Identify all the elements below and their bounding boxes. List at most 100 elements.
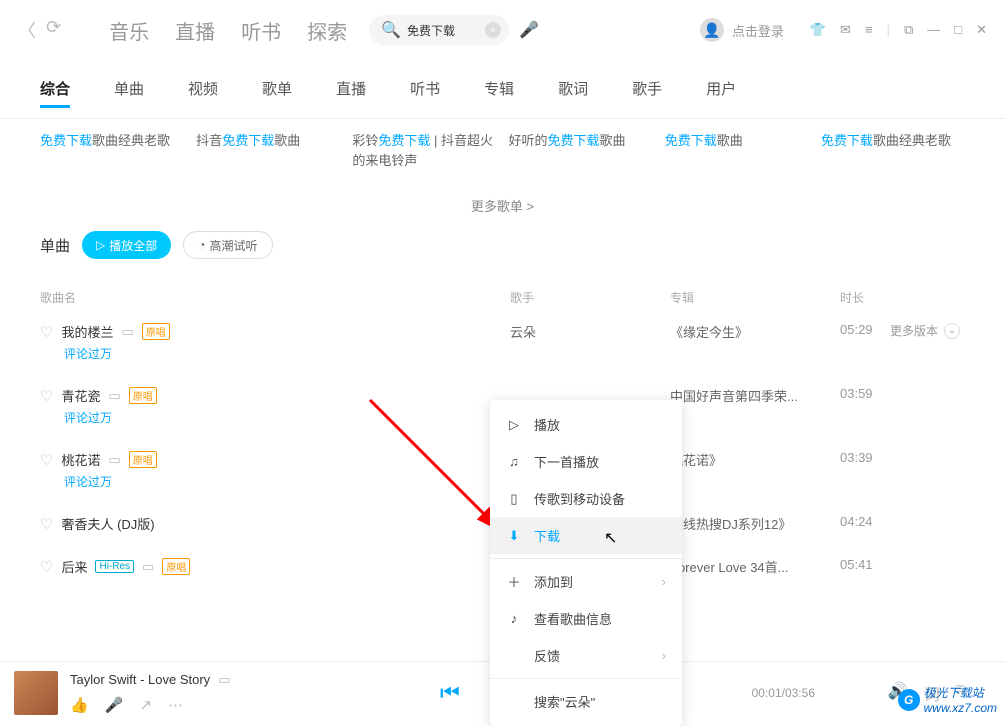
- share-icon[interactable]: ↗: [139, 696, 152, 714]
- tab-playlist[interactable]: 歌单: [262, 78, 292, 108]
- ctx-search-artist[interactable]: 搜索"云朵": [490, 683, 682, 720]
- search-icon: 🔍: [381, 20, 401, 40]
- playlist-card[interactable]: 彩铃免费下载 | 抖音超火的来电铃声: [352, 125, 496, 170]
- playlist-cards: 免费下载歌曲经典老歌 抖音免费下载歌曲 彩铃免费下载 | 抖音超火的来电铃声 好…: [0, 119, 1005, 170]
- heart-icon[interactable]: ♡: [40, 387, 53, 405]
- window-icons: 👕 ✉ ≡ | ⧉ ― □ ✕: [810, 22, 987, 38]
- tab-song[interactable]: 单曲: [114, 78, 144, 108]
- mail-icon[interactable]: ✉: [840, 22, 851, 38]
- minimize-icon[interactable]: ―: [927, 22, 940, 38]
- col-album: 专辑: [670, 289, 840, 306]
- comment-tag[interactable]: 评论过万: [64, 473, 510, 490]
- tab-video[interactable]: 视频: [188, 78, 218, 108]
- maximize-icon[interactable]: □: [954, 22, 962, 38]
- main-nav: 音乐 直播 听书 探索: [109, 16, 347, 45]
- nav-live[interactable]: 直播: [175, 16, 215, 45]
- playlist-card[interactable]: 免费下载歌曲经典老歌: [40, 125, 184, 170]
- song-name: 青花瓷: [61, 386, 100, 405]
- original-badge: 原唱: [142, 323, 170, 340]
- original-badge: 原唱: [129, 451, 157, 468]
- tab-album[interactable]: 专辑: [484, 78, 514, 108]
- avatar-icon: 👤: [700, 18, 724, 42]
- tab-user[interactable]: 用户: [706, 78, 736, 108]
- chevron-right-icon: ›: [662, 648, 666, 663]
- ctx-song-info[interactable]: ♪查看歌曲信息: [490, 600, 682, 637]
- prev-track-icon[interactable]: ⏮: [440, 680, 460, 706]
- more-icon[interactable]: ⋯: [168, 696, 183, 714]
- heart-icon[interactable]: ♡: [40, 323, 53, 341]
- mv-icon[interactable]: ▭: [108, 452, 120, 468]
- song-columns: 歌曲名 歌手 专辑 时长: [0, 267, 1005, 310]
- skin-icon[interactable]: 👕: [810, 22, 826, 38]
- nav-discover[interactable]: 探索: [307, 16, 347, 45]
- mv-icon[interactable]: ▭: [108, 388, 120, 404]
- back-icon[interactable]: 〈: [18, 17, 36, 43]
- comment-tag[interactable]: 评论过万: [64, 345, 510, 362]
- search-query: 免费下载: [407, 22, 485, 39]
- playlist-card[interactable]: 抖音免费下载歌曲: [196, 125, 340, 170]
- ctx-send-device[interactable]: ▯传歌到移动设备: [490, 480, 682, 517]
- playlist-card[interactable]: 免费下载歌曲经典老歌: [821, 125, 965, 170]
- tab-all[interactable]: 综合: [40, 78, 70, 108]
- heart-icon[interactable]: ♡: [40, 515, 53, 533]
- more-versions[interactable]: 更多版本: [890, 322, 938, 339]
- song-name: 我的楼兰: [61, 322, 113, 341]
- song-duration: 04:24: [840, 514, 890, 529]
- refresh-icon[interactable]: ⟳: [46, 17, 61, 43]
- mv-icon[interactable]: ▭: [218, 672, 230, 688]
- song-row[interactable]: ♡我的楼兰▭原唱 评论过万 云朵 《缘定今生》 05:29 更多版本⌄: [0, 310, 1005, 374]
- comment-tag[interactable]: 评论过万: [64, 409, 510, 426]
- ctx-play[interactable]: ▷播放: [490, 406, 682, 443]
- climax-button[interactable]: ◔高潮试听: [183, 231, 272, 259]
- menu-icon[interactable]: ≡: [865, 22, 873, 38]
- song-album[interactable]: 《缘定今生》: [670, 322, 840, 341]
- play-all-button[interactable]: ▷播放全部: [82, 231, 171, 259]
- ctx-play-next[interactable]: ♫下一首播放: [490, 443, 682, 480]
- mv-icon[interactable]: ▭: [142, 559, 154, 575]
- search-box[interactable]: 🔍 免费下载 ×: [369, 15, 509, 45]
- like-icon[interactable]: 👍: [70, 696, 89, 714]
- login-area[interactable]: 👤 点击登录: [700, 18, 784, 42]
- ctx-add-to[interactable]: ＋添加到›: [490, 563, 682, 600]
- song-name: 后来: [61, 557, 87, 576]
- nav-audiobook[interactable]: 听书: [241, 16, 281, 45]
- song-album[interactable]: 中国好声音第四季荣...: [670, 386, 840, 405]
- nav-music[interactable]: 音乐: [109, 16, 149, 45]
- original-badge: 原唱: [162, 558, 190, 575]
- heart-icon[interactable]: ♡: [40, 451, 53, 469]
- original-badge: 原唱: [129, 387, 157, 404]
- album-cover[interactable]: [14, 671, 58, 715]
- more-playlists-link[interactable]: 更多歌单 >: [0, 196, 1005, 215]
- song-album[interactable]: 桃花诺》: [670, 450, 840, 469]
- tab-live[interactable]: 直播: [336, 78, 366, 108]
- sing-icon[interactable]: 🎤: [105, 696, 124, 714]
- tab-lyric[interactable]: 歌词: [558, 78, 588, 108]
- search-tabs: 综合 单曲 视频 歌单 直播 听书 专辑 歌词 歌手 用户: [0, 60, 1005, 119]
- playlist-card[interactable]: 好听的免费下载歌曲: [509, 125, 653, 170]
- tab-artist[interactable]: 歌手: [632, 78, 662, 108]
- chevron-down-icon[interactable]: ⌄: [944, 323, 960, 339]
- song-name: 桃花诺: [61, 450, 100, 469]
- context-menu: ▷播放 ♫下一首播放 ▯传歌到移动设备 ⬇下载 ＋添加到› ♪查看歌曲信息 反馈…: [490, 400, 682, 726]
- mini-icon[interactable]: ⧉: [904, 22, 913, 38]
- now-playing-title[interactable]: Taylor Swift - Love Story: [70, 672, 210, 687]
- col-name: 歌曲名: [40, 289, 510, 306]
- col-duration: 时长: [840, 289, 965, 306]
- heart-icon[interactable]: ♡: [40, 558, 53, 576]
- song-album[interactable]: 在线热搜DJ系列12》: [670, 514, 840, 533]
- voice-search-icon[interactable]: 🎤: [519, 20, 539, 40]
- playlist-card[interactable]: 免费下载歌曲: [665, 125, 809, 170]
- col-artist: 歌手: [510, 289, 670, 306]
- song-name: 奢香夫人 (DJ版): [61, 514, 154, 533]
- song-artist[interactable]: 云朵: [510, 322, 670, 341]
- chevron-right-icon: ›: [662, 574, 666, 589]
- tab-audiobook[interactable]: 听书: [410, 78, 440, 108]
- song-album[interactable]: Forever Love 34首...: [670, 557, 840, 576]
- ctx-download[interactable]: ⬇下载: [490, 517, 682, 554]
- ctx-feedback[interactable]: 反馈›: [490, 637, 682, 674]
- section-title: 单曲: [40, 235, 70, 256]
- close-icon[interactable]: ✕: [976, 22, 987, 38]
- mv-icon[interactable]: ▭: [121, 324, 133, 340]
- watermark-logo-icon: G: [898, 689, 920, 711]
- clear-search-icon[interactable]: ×: [485, 22, 501, 38]
